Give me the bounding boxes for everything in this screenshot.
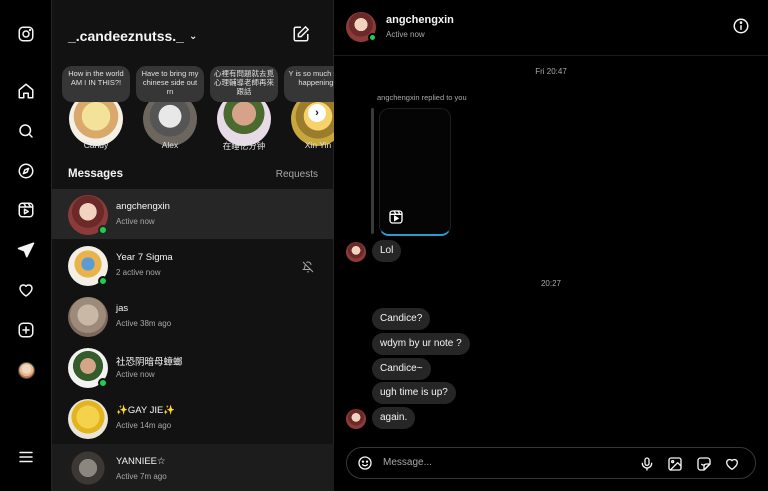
shared-reel[interactable] (379, 108, 451, 236)
emoji-icon[interactable] (357, 455, 375, 473)
online-indicator (98, 276, 108, 286)
thread-status: Active now (116, 217, 155, 226)
avatar (346, 242, 366, 262)
account-username: _.candeeznutss._ (68, 28, 184, 44)
online-indicator (98, 378, 108, 388)
thread-item[interactable]: YANNIEE☆ Active 7m ago (52, 444, 334, 491)
message-bubble[interactable]: ugh time is up? (372, 382, 456, 404)
thread-status: Active 14m ago (116, 421, 172, 430)
thread-status: Active 7m ago (116, 472, 167, 481)
thread-status: 2 active now (116, 268, 161, 277)
create-icon[interactable] (16, 320, 36, 340)
requests-link[interactable]: Requests (276, 169, 318, 180)
note-bubble: Y is so much stuff happening ! (284, 66, 334, 102)
instagram-icon[interactable] (16, 24, 36, 44)
thread-status: Active 38m ago (116, 319, 172, 328)
chat-window: angchengxin Active now Fri 20:47 angchen… (334, 0, 768, 491)
avatar (68, 297, 108, 337)
avatar (68, 450, 108, 490)
thread-name: 社恐阴暗母蟑螂 (116, 357, 183, 368)
message-bubble[interactable]: Lol (372, 240, 402, 262)
home-icon[interactable] (16, 81, 36, 101)
messages-header: Messages Requests (68, 168, 318, 180)
thread-item[interactable]: ✨GAY JIE✨ Active 14m ago (52, 393, 334, 443)
chat-title[interactable]: angchengxin (386, 14, 454, 26)
profile-avatar[interactable] (16, 360, 36, 380)
thread-name: jas (116, 303, 129, 314)
reply-bar (371, 108, 374, 234)
note-name: 在睡亿分钟 (222, 141, 266, 151)
note-name: Xin Yin (304, 140, 332, 150)
new-message-icon[interactable] (292, 25, 312, 45)
message-composer[interactable]: Message... (346, 447, 756, 479)
thread-item[interactable]: 社恐阴暗母蟑螂 Active now (52, 342, 334, 392)
thread-name: ✨GAY JIE✨ (116, 405, 176, 416)
search-icon[interactable] (16, 121, 36, 141)
message-bubble[interactable]: again. (372, 407, 416, 429)
messages-icon[interactable] (16, 240, 36, 260)
explore-icon[interactable] (16, 161, 36, 181)
thread-item[interactable]: jas Active 38m ago (52, 291, 334, 341)
reels-icon[interactable] (16, 200, 36, 220)
message-bubble[interactable]: Candice? (372, 308, 431, 330)
menu-icon[interactable] (16, 447, 36, 467)
thread-name: angchengxin (116, 201, 170, 212)
nav-rail (0, 0, 52, 491)
thread-name: Year 7 Sigma (116, 252, 173, 263)
note-bubble: 心裡有問題就去覓心理輔導老師再來跟話 (210, 66, 278, 102)
reply-label: angchengxin replied to you (377, 93, 467, 102)
thread-name: YANNIEE☆ (116, 456, 166, 467)
messages-title: Messages (68, 168, 123, 180)
timestamp: Fri 20:47 (535, 67, 567, 76)
image-icon[interactable] (667, 456, 683, 472)
heart-icon[interactable] (724, 456, 740, 472)
online-indicator (98, 225, 108, 235)
reels-icon (388, 209, 406, 227)
chevron-right-icon[interactable]: › (308, 104, 326, 122)
info-icon[interactable] (732, 17, 752, 37)
message-bubble[interactable]: wdym by ur note ? (372, 333, 470, 355)
account-switcher[interactable]: _.candeeznutss._ ⌄ (68, 28, 197, 44)
avatar (346, 409, 366, 429)
avatar (68, 399, 108, 439)
chevron-down-icon: ⌄ (188, 30, 198, 42)
online-indicator (368, 33, 377, 42)
note-bubble: How in the world AM I IN THIS?! (62, 66, 130, 102)
muted-icon (301, 260, 314, 273)
thread-item[interactable]: angchengxin Active now (52, 189, 334, 239)
heart-icon[interactable] (16, 280, 36, 300)
note-name: Candy (83, 140, 109, 150)
note-bubble: Have to bring my chinese side out rn (136, 66, 204, 102)
thread-item[interactable]: Year 7 Sigma 2 active now (52, 240, 334, 290)
chat-status: Active now (386, 30, 425, 39)
message-input[interactable]: Message... (383, 457, 432, 468)
chat-header: angchengxin Active now (334, 0, 768, 56)
conversation-panel: _.candeeznutss._ ⌄ How in the world AM I… (52, 0, 334, 491)
sticker-icon[interactable] (696, 456, 712, 472)
note-name: Alex (161, 140, 179, 150)
thread-status: Active now (116, 370, 155, 379)
notes-tray: How in the world AM I IN THIS?! Candy Ha… (52, 62, 334, 157)
message-bubble[interactable]: Candice~ (372, 358, 431, 380)
microphone-icon[interactable] (639, 456, 655, 472)
timestamp: 20:27 (540, 279, 562, 288)
